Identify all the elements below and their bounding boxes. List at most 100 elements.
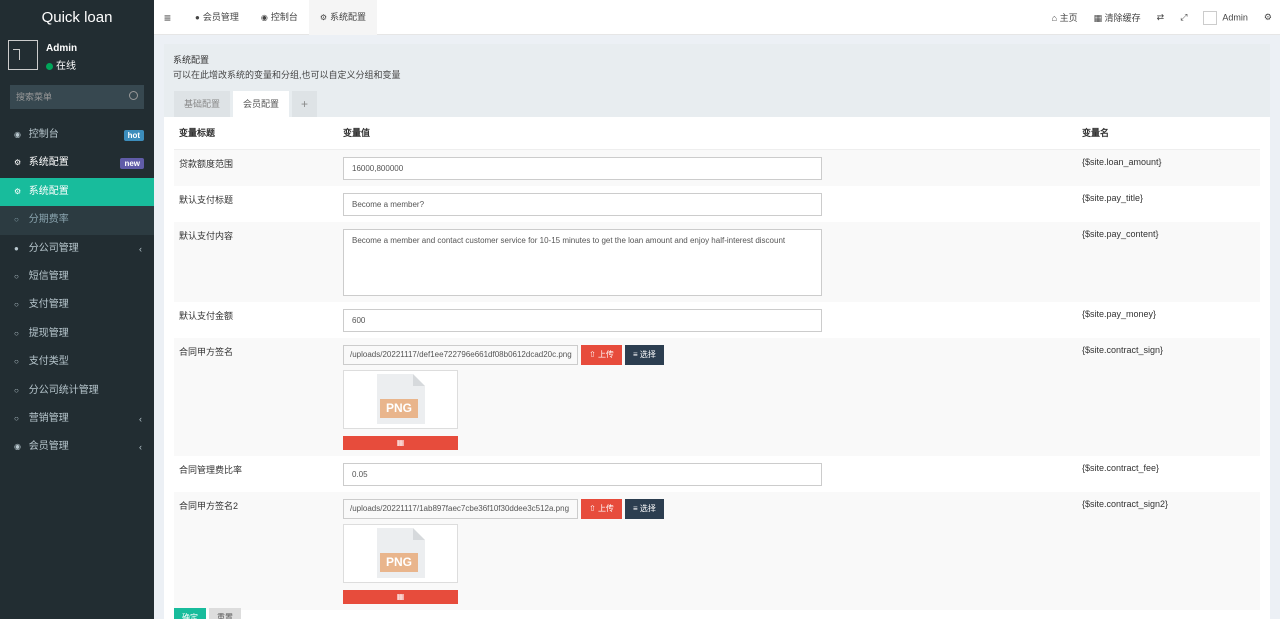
upload-button[interactable]: ⇧ 上传 [581, 344, 622, 365]
sidebar-item-installment-rate[interactable]: ○ 分期费率 [0, 206, 154, 235]
table-row: 默认支付标题 Become a member? {$site.pay_title… [174, 186, 1260, 222]
fullscreen-button[interactable]: ⤢ [1172, 12, 1195, 23]
row-title: 合同甲方签名 [174, 337, 338, 456]
tab-dashboard[interactable]: ◉ 控制台 [250, 0, 309, 35]
row-varname: {$site.loan_amount} [1077, 149, 1260, 186]
table-row: 默认支付内容 Become a member and contact custo… [174, 221, 1260, 302]
trash-icon: ▦ [1093, 13, 1103, 23]
delete-image-button[interactable]: ▦ [343, 435, 458, 450]
search-icon[interactable] [129, 91, 138, 100]
circle-icon: ○ [14, 271, 19, 281]
sidebar-search [10, 85, 144, 109]
tab-label: 系统配置 [330, 12, 367, 22]
upload-button[interactable]: ⇧ 上传 [581, 498, 622, 519]
delete-image-button[interactable]: ▦ [343, 589, 458, 604]
search-input[interactable] [10, 85, 144, 109]
image-thumbnail[interactable]: PNG [343, 523, 458, 583]
admin-avatar [1203, 10, 1218, 25]
choose-button[interactable]: ≡ 选择 [624, 498, 664, 519]
circle-icon: ○ [14, 357, 19, 367]
sidebar-item-sms[interactable]: ○ 短信管理 [0, 263, 154, 291]
top-right-menu: ⌂ 主页 ▦ 清除缓存 ⇄ ⤢ Admin ⚙ [1044, 0, 1280, 35]
png-file-icon: PNG [377, 527, 425, 578]
sidebar-item-dashboard[interactable]: ◉ 控制台 hot [0, 121, 154, 149]
row-varname: {$site.pay_title} [1082, 192, 1144, 203]
pay-title-input[interactable]: Become a member? [343, 192, 822, 216]
row-title: 默认支付标题 [179, 194, 234, 205]
chevron-left-icon: ‹ [139, 243, 142, 254]
trash-icon: ▦ [396, 591, 405, 601]
sidebar-item-label: 分公司管理 [28, 242, 79, 254]
loan-amount-input[interactable]: 16000,800000 [343, 156, 822, 180]
tab-system-config[interactable]: ⚙ 系统配置 [308, 0, 378, 35]
row-value-cell: 600 [338, 302, 1077, 338]
contract-sign2-input[interactable]: /uploads/20221117/1ab897faec7cbe36f10f30… [343, 498, 578, 519]
sidebar-item-branch[interactable]: ● 分公司管理 ‹ [0, 235, 154, 263]
png-label: PNG [380, 398, 418, 418]
sidebar-item-marketing[interactable]: ○ 营销管理 ‹ [0, 405, 154, 433]
language-button[interactable]: ⇄ [1149, 12, 1173, 23]
form-actions: 确定 重置 [174, 608, 244, 619]
user-panel: Admin 在线 [0, 35, 154, 85]
png-label: PNG [380, 552, 418, 572]
row-value-cell: /uploads/20221117/1ab897faec7cbe36f10f30… [338, 491, 1077, 610]
settings-button[interactable]: ⚙ [1256, 12, 1280, 23]
config-table: 变量标题 变量值 变量名 贷款额度范围 16000,800000 {$site.… [174, 117, 1260, 610]
tab-member-management[interactable]: ● 会员管理 [184, 0, 250, 35]
file-upload-row: /uploads/20221117/1ab897faec7cbe36f10f30… [343, 498, 1072, 519]
row-value-cell: Become a member and contact customer ser… [338, 221, 1077, 302]
user-status: 在线 [46, 57, 76, 72]
sidebar-item-label: 分公司统计管理 [28, 384, 99, 396]
image-thumbnail[interactable]: PNG [343, 369, 458, 429]
chevron-left-icon: ‹ [139, 442, 142, 453]
clear-cache-link[interactable]: ▦ 清除缓存 [1086, 11, 1149, 24]
row-value-cell: Become a member? [338, 186, 1077, 222]
home-link[interactable]: ⌂ 主页 [1044, 11, 1086, 24]
tab-member-config[interactable]: 会员配置 [233, 91, 290, 117]
app-logo[interactable]: Quick loan [0, 0, 154, 35]
pay-content-textarea[interactable]: Become a member and contact customer ser… [343, 228, 822, 296]
sidebar-item-members[interactable]: ◉ 会员管理 ‹ [0, 433, 154, 461]
gear-icon: ⚙ [319, 13, 328, 22]
choose-button[interactable]: ≡ 选择 [624, 344, 664, 365]
avatar [8, 40, 38, 70]
online-dot-icon [46, 62, 53, 70]
table-row: 贷款额度范围 16000,800000 {$site.loan_amount} [174, 149, 1260, 186]
tab-basic-config[interactable]: 基础配置 [174, 91, 231, 117]
panel-description: 可以在此增改系统的变量和分组,也可以自定义分组和变量 [173, 70, 401, 80]
add-group-button[interactable]: + [292, 91, 318, 117]
sidebar-item-label: 系统配置 [28, 157, 69, 169]
pay-money-input[interactable]: 600 [343, 308, 822, 332]
sidebar-item-payment[interactable]: ○ 支付管理 [0, 291, 154, 319]
sidebar-item-pay-type[interactable]: ○ 支付类型 [0, 348, 154, 376]
sidebar-item-label: 控制台 [28, 129, 59, 140]
circle-icon: ○ [14, 328, 19, 338]
table-header-row: 变量标题 变量值 变量名 [174, 117, 1260, 150]
user-icon: ● [195, 13, 200, 22]
chevron-left-icon: ‹ [139, 413, 142, 424]
admin-menu[interactable]: Admin [1195, 10, 1256, 25]
sidebar-item-label: 系统配置 [28, 185, 69, 197]
row-title: 合同甲方签名2 [174, 491, 338, 610]
sidebar-item-label: 支付管理 [28, 299, 69, 311]
clear-cache-label: 清除缓存 [1104, 13, 1141, 23]
sidebar-item-branch-stats[interactable]: ○ 分公司统计管理 [0, 377, 154, 405]
panel-title: 系统配置 [173, 55, 210, 65]
confirm-button[interactable]: 确定 [174, 608, 206, 619]
hot-badge: hot [123, 130, 144, 141]
gear-icon: ⚙ [14, 186, 22, 196]
choose-label: 选择 [639, 503, 656, 513]
sidebar-item-system-config[interactable]: ⚙ 系统配置 [0, 177, 154, 207]
home-icon: ⌂ [1051, 13, 1058, 23]
user-circle-icon: ◉ [14, 442, 21, 452]
reset-button[interactable]: 重置 [209, 608, 241, 619]
menu-toggle-icon[interactable]: ≡ [164, 11, 171, 25]
sidebar-menu: ◉ 控制台 hot ⚙ 系统配置 new ⚙ 系统配置 ○ 分期费率 ● 分公司管理… [0, 121, 154, 462]
sidebar-item-withdraw[interactable]: ○ 提现管理 [0, 320, 154, 348]
sidebar-item-system-config-group[interactable]: ⚙ 系统配置 new [0, 149, 154, 177]
column-header-name: 变量名 [1077, 117, 1260, 150]
table-row: 默认支付金额 600 {$site.pay_money} [174, 302, 1260, 338]
table-row: 合同管理费比率 0.05 {$site.contract_fee} [174, 456, 1260, 492]
contract-fee-input[interactable]: 0.05 [343, 462, 822, 486]
contract-sign-input[interactable]: /uploads/20221117/def1ee722796e661df08b0… [343, 344, 578, 365]
